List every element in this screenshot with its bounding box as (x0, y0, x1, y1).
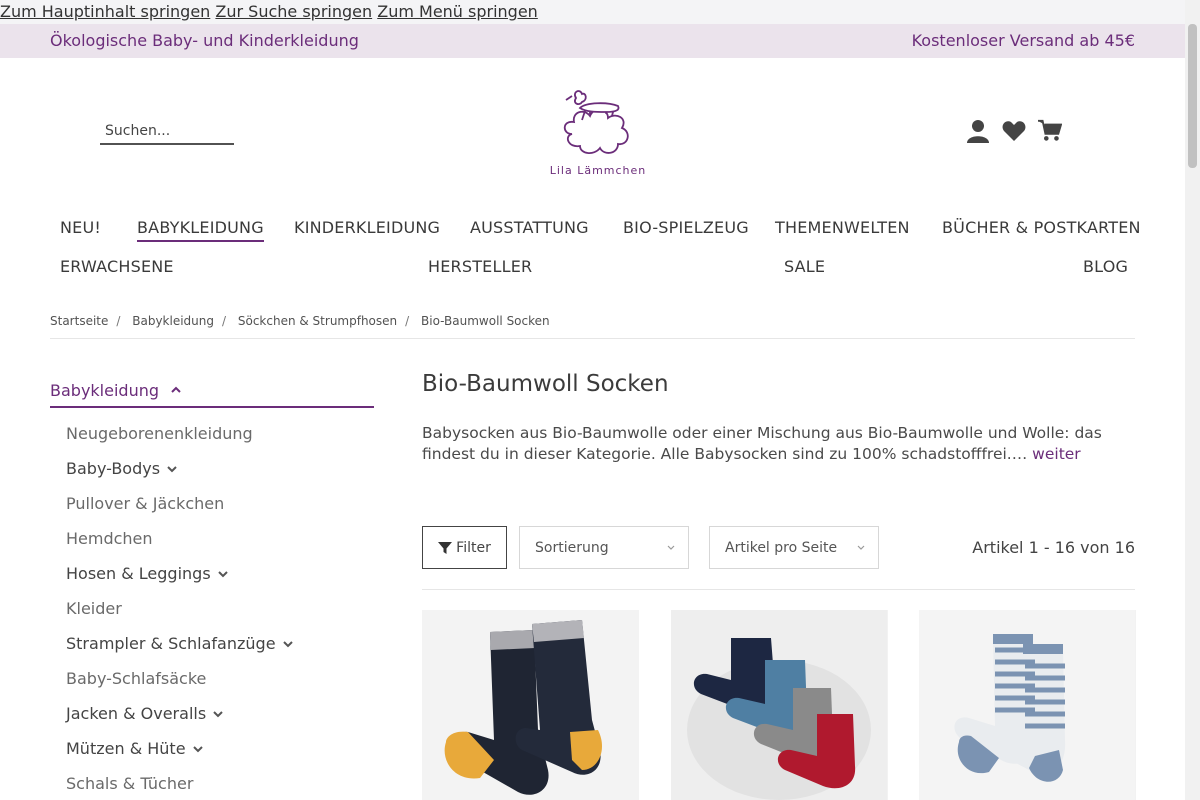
nav-kinderkleidung[interactable]: KINDERKLEIDUNG (294, 218, 440, 237)
nav-hersteller[interactable]: HERSTELLER (428, 257, 532, 276)
chevron-down-icon[interactable] (212, 709, 224, 719)
sidebar-item-label: Neugeborenenkleidung (66, 423, 253, 443)
nav-sale[interactable]: SALE (784, 257, 825, 276)
sidebar-item-label: Schals & Tücher (66, 773, 194, 793)
sort-label: Sortierung (535, 539, 609, 556)
sidebar-item-jacken[interactable]: Jacken & Overalls (66, 696, 294, 731)
divider (50, 338, 1135, 339)
nav-ausstattung[interactable]: AUSSTATTUNG (470, 218, 589, 237)
skip-to-main-link[interactable]: Zum Hauptinhalt springen (0, 2, 210, 21)
chevron-down-icon[interactable] (166, 464, 178, 474)
sidebar-item-strampler[interactable]: Strampler & Schlafanzüge (66, 626, 294, 661)
sidebar-item-label: Baby-Schlafsäcke (66, 668, 207, 688)
chevron-up-icon (171, 386, 181, 393)
sidebar-item-label: Strampler & Schlafanzüge (66, 633, 276, 653)
sidebar-heading[interactable]: Babykleidung (50, 380, 374, 408)
striped-socks-image (919, 610, 1135, 800)
header-actions (966, 118, 1062, 144)
nav-buecher-postkarten[interactable]: BÜCHER & POSTKARTEN (942, 218, 1141, 237)
breadcrumb-current: Bio-Baumwoll Socken (421, 314, 550, 328)
sidebar-item-pullover[interactable]: Pullover & Jäckchen (66, 486, 294, 521)
read-more-link[interactable]: weiter (1032, 445, 1081, 463)
filter-button[interactable]: Filter (422, 526, 507, 569)
sidebar-item-schlafsaecke[interactable]: Baby-Schlafsäcke (66, 661, 294, 696)
breadcrumb: Startseite / Babykleidung / Söckchen & Str… (50, 314, 550, 328)
nav-themenwelten[interactable]: THEMENWELTEN (775, 218, 910, 237)
sidebar-item-label: Pullover & Jäckchen (66, 493, 225, 513)
nav-erwachsene[interactable]: ERWACHSENE (60, 257, 174, 276)
sidebar-item-kleider[interactable]: Kleider (66, 591, 294, 626)
promo-tagline: Ökologische Baby- und Kinderkleidung (50, 31, 359, 50)
filter-label: Filter (456, 539, 491, 556)
sidebar-item-label: Hosen & Leggings (66, 563, 211, 583)
chevron-down-icon[interactable] (217, 569, 229, 579)
divider (422, 589, 1135, 590)
breadcrumb-item[interactable]: Startseite (50, 314, 108, 328)
lamb-cloud-logo-icon (563, 90, 629, 154)
chevron-down-icon (857, 545, 865, 550)
navy-socks-image (422, 610, 639, 800)
category-description: Babysocken aus Bio-Baumwolle oder einer … (422, 423, 1122, 465)
breadcrumb-item[interactable]: Babykleidung (132, 314, 214, 328)
page-title: Bio-Baumwoll Socken (422, 371, 669, 397)
sidebar-item-label: Hemdchen (66, 528, 153, 548)
heart-icon[interactable] (1002, 118, 1026, 144)
sidebar-item-muetzen[interactable]: Mützen & Hüte (66, 731, 294, 766)
logo-wordmark: Lila Lämmchen (549, 164, 647, 177)
search-placeholder: Suchen... (105, 123, 171, 139)
user-icon[interactable] (966, 118, 990, 144)
sidebar-heading-label: Babykleidung (50, 381, 159, 400)
product-image[interactable] (422, 610, 639, 800)
nav-bio-spielzeug[interactable]: BIO-SPIELZEUG (623, 218, 749, 237)
skip-to-search-link[interactable]: Zur Suche springen (215, 2, 372, 21)
sidebar-item-hemdchen[interactable]: Hemdchen (66, 521, 294, 556)
chevron-down-icon[interactable] (282, 639, 294, 649)
sidebar-category-list: Neugeborenenkleidung Baby-Bodys Pullover… (66, 416, 294, 800)
per-page-label: Artikel pro Seite (725, 539, 838, 556)
product-image[interactable] (671, 610, 888, 800)
chevron-down-icon (667, 545, 675, 550)
sidebar-item-label: Jacken & Overalls (66, 703, 207, 723)
per-page-select[interactable]: Artikel pro Seite (709, 526, 879, 569)
sidebar-item-label: Baby-Bodys (66, 458, 161, 478)
sort-select[interactable]: Sortierung (519, 526, 689, 569)
nav-neu[interactable]: NEU! (60, 218, 101, 237)
article-count: Artikel 1 - 16 von 16 (972, 538, 1135, 557)
skip-links: Zum Hauptinhalt springen Zur Suche sprin… (0, 0, 1185, 24)
promo-bar: Ökologische Baby- und Kinderkleidung Kos… (0, 24, 1185, 58)
colorful-socks-image (671, 610, 887, 800)
nav-blog[interactable]: BLOG (1083, 257, 1128, 276)
filter-icon (438, 541, 453, 554)
skip-to-menu-link[interactable]: Zum Menü springen (377, 2, 538, 21)
chevron-down-icon[interactable] (192, 744, 204, 754)
sidebar-item-label: Mützen & Hüte (66, 738, 186, 758)
free-shipping-note: Kostenloser Versand ab 45€ (911, 31, 1135, 50)
search-input[interactable]: Suchen... (100, 118, 234, 145)
sidebar-item-neugeborenenkleidung[interactable]: Neugeborenenkleidung (66, 416, 294, 451)
sidebar-item-baby-bodys[interactable]: Baby-Bodys (66, 451, 294, 486)
scrollbar-thumb[interactable] (1188, 24, 1197, 168)
category-description-text: Babysocken aus Bio-Baumwolle oder einer … (422, 424, 1102, 463)
site-logo[interactable]: Lila Lämmchen (546, 84, 650, 182)
sidebar-item-schals[interactable]: Schals & Tücher (66, 766, 294, 800)
sidebar-item-label: Kleider (66, 598, 122, 618)
breadcrumb-item[interactable]: Söckchen & Strumpfhosen (238, 314, 397, 328)
sidebar-item-hosen[interactable]: Hosen & Leggings (66, 556, 294, 591)
product-image[interactable] (919, 610, 1136, 800)
cart-icon[interactable] (1038, 118, 1062, 144)
nav-babykleidung[interactable]: BABYKLEIDUNG (137, 218, 264, 242)
